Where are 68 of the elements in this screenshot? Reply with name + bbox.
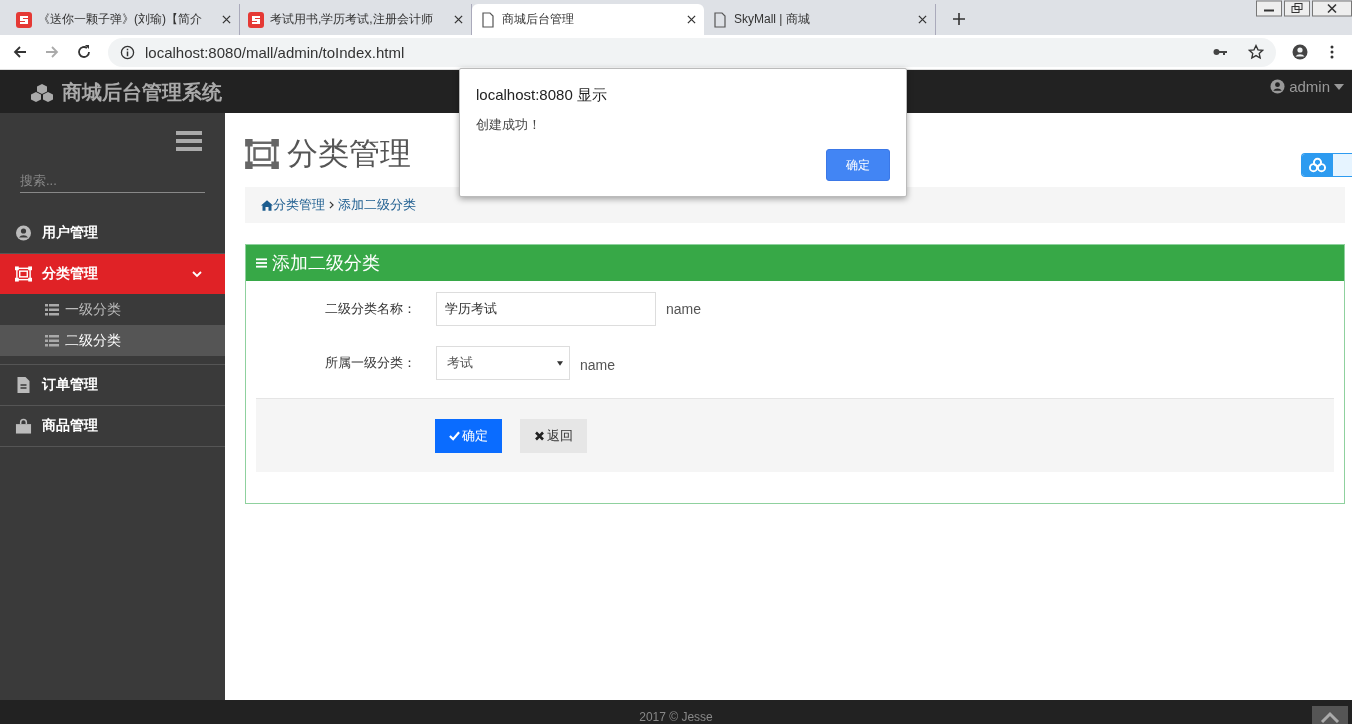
tab-title: 商城后台管理 <box>502 11 575 28</box>
category-icon <box>245 139 279 169</box>
breadcrumb-link[interactable]: 添加二级分类 <box>338 196 416 214</box>
dialog-title: localhost:8080 显示 <box>476 86 608 105</box>
close-icon[interactable] <box>918 15 927 24</box>
ok-button[interactable]: 确定 <box>826 149 890 181</box>
breadcrumb-link[interactable]: 分类管理 <box>273 196 325 214</box>
new-tab-icon[interactable] <box>952 12 966 26</box>
bag-icon <box>15 418 32 434</box>
list-icon <box>45 303 59 316</box>
user-icon <box>1270 79 1286 94</box>
check-icon <box>449 430 460 441</box>
site-icon <box>16 11 32 28</box>
field-label: 所属一级分类： <box>324 354 417 372</box>
restore-icon[interactable] <box>1284 0 1310 17</box>
file-icon <box>15 377 32 393</box>
user-icon <box>15 225 32 241</box>
cloud-icon <box>1302 154 1333 176</box>
bars-icon <box>256 258 267 268</box>
back-icon[interactable] <box>12 44 28 60</box>
reload-icon[interactable] <box>76 44 92 60</box>
account-icon[interactable] <box>1292 44 1308 60</box>
share-widget[interactable] <box>1301 153 1352 177</box>
tab-title: 《送你一颗子弹》(刘瑜)【简介 <box>38 11 203 28</box>
caret-icon <box>557 360 563 366</box>
search-field[interactable]: 搜索... <box>20 169 205 193</box>
page-icon <box>480 11 496 28</box>
chevron-up-icon <box>1319 711 1341 723</box>
app-title[interactable]: 商城后台管理系统 <box>62 79 222 106</box>
star-icon[interactable] <box>1248 44 1264 60</box>
tab-title: 考试用书,学历考试,注册会计师 <box>270 11 434 28</box>
info-icon <box>120 44 135 60</box>
select-field[interactable]: 考试 <box>436 346 570 380</box>
sidebar-subitem[interactable]: 二级分类 <box>0 325 225 356</box>
sidebar-subitem[interactable]: 一级分类 <box>0 294 225 325</box>
back-button[interactable]: 返回 <box>520 418 587 453</box>
cubes-icon <box>30 82 54 103</box>
minimize-icon[interactable] <box>1256 0 1282 17</box>
close-icon <box>534 430 545 441</box>
close-icon[interactable] <box>1312 0 1352 17</box>
caret-icon <box>1334 83 1344 90</box>
list-icon <box>45 334 59 347</box>
close-icon[interactable] <box>454 15 463 24</box>
sidebar-item[interactable]: 商品管理 <box>0 406 225 447</box>
confirm-button[interactable]: 确定 <box>435 418 502 453</box>
field-label: 二级分类名称： <box>324 300 417 318</box>
back-to-top-button[interactable] <box>1312 706 1348 724</box>
field-hint: name <box>580 357 616 373</box>
chevron-icon[interactable] <box>192 269 202 279</box>
site-icon <box>248 11 264 28</box>
page-icon <box>712 11 728 28</box>
panel-title: 添加二级分类 <box>272 252 380 275</box>
dialog-message: 创建成功！ <box>476 116 542 134</box>
chevron-icon <box>329 201 334 209</box>
page-title: 分类管理 <box>287 135 411 173</box>
input-field[interactable]: 学历考试 <box>436 292 656 326</box>
sidebar-item[interactable]: 分类管理 <box>0 254 225 294</box>
category-icon <box>15 266 32 282</box>
close-icon[interactable] <box>687 15 696 24</box>
address-field[interactable]: localhost:8080/mall/admin/toIndex.html <box>108 37 1276 67</box>
sidebar-item[interactable]: 订单管理 <box>0 365 225 406</box>
user-menu[interactable]: admin <box>1270 70 1352 95</box>
close-icon[interactable] <box>222 15 231 24</box>
browser-tab[interactable]: 商城后台管理 <box>472 4 704 35</box>
tab-title: SkyMall | 商城 <box>734 11 811 28</box>
field-hint: name <box>666 301 702 317</box>
home-icon <box>261 199 273 211</box>
copyright-text: 2017 © Jesse <box>639 710 713 724</box>
